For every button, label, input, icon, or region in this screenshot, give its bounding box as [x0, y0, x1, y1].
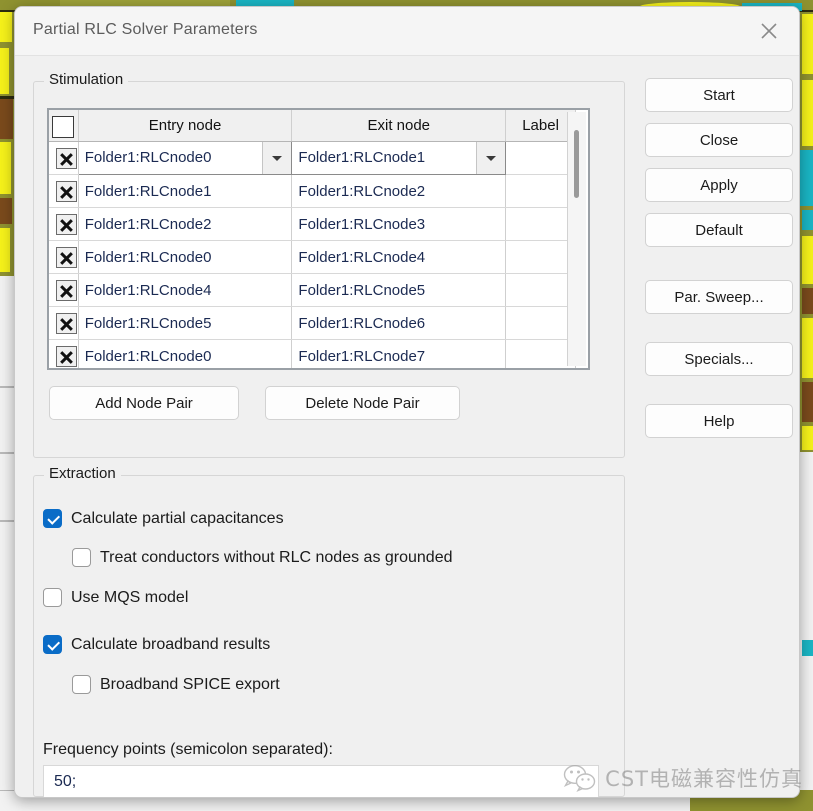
broadband-spice-export-label: Broadband SPICE export	[100, 675, 280, 693]
exit-node-cell[interactable]: Folder1:RLCnode4	[291, 240, 507, 274]
row-checkbox-cell[interactable]	[49, 174, 79, 208]
broadband-spice-export-checkbox[interactable]	[72, 675, 91, 694]
chevron-down-icon[interactable]	[476, 142, 505, 174]
add-node-pair-button[interactable]: Add Node Pair	[49, 386, 239, 420]
entry-node-cell[interactable]: Folder1:RLCnode5	[78, 306, 293, 340]
exit-node-cell[interactable]: Folder1:RLCnode3	[291, 207, 507, 241]
apply-button[interactable]: Apply	[645, 168, 793, 202]
label-cell[interactable]	[505, 141, 576, 175]
row-checkbox-cell[interactable]	[49, 207, 79, 241]
row-checkbox-cell[interactable]	[49, 273, 79, 307]
exit-node-value: Folder1:RLCnode1	[298, 149, 426, 166]
extraction-legend: Extraction	[44, 465, 121, 482]
treat-conductors-grounded-label: Treat conductors without RLC nodes as gr…	[100, 548, 453, 566]
table-vertical-scrollbar[interactable]	[567, 112, 586, 366]
label-cell[interactable]	[505, 273, 576, 307]
default-button[interactable]: Default	[645, 213, 793, 247]
table-row[interactable]: Folder1:RLCnode5 Folder1:RLCnode6	[49, 306, 576, 340]
entry-node-combo[interactable]: Folder1:RLCnode0	[77, 141, 293, 175]
close-icon	[761, 23, 777, 39]
row-checkbox[interactable]	[55, 279, 77, 301]
chevron-down-icon[interactable]	[262, 142, 291, 174]
table-row[interactable]: Folder1:RLCnode0 Folder1:RLCnode7	[49, 339, 576, 368]
use-mqs-model-row[interactable]: Use MQS model	[43, 588, 188, 607]
use-mqs-model-checkbox[interactable]	[43, 588, 62, 607]
close-button[interactable]	[747, 13, 791, 49]
exit-node-cell[interactable]: Folder1:RLCnode2	[291, 174, 507, 208]
treat-conductors-grounded-row[interactable]: Treat conductors without RLC nodes as gr…	[72, 548, 453, 567]
use-mqs-model-label: Use MQS model	[71, 588, 189, 606]
table-row[interactable]: Folder1:RLCnode2 Folder1:RLCnode3	[49, 207, 576, 241]
broadband-spice-export-row[interactable]: Broadband SPICE export	[72, 675, 280, 694]
column-header-label: Label	[505, 110, 576, 142]
dialog-titlebar: Partial RLC Solver Parameters	[15, 7, 799, 56]
row-checkbox-cell[interactable]	[49, 141, 79, 175]
row-checkbox[interactable]	[55, 213, 77, 235]
frequency-points-label: Frequency points (semicolon separated):	[43, 741, 333, 758]
specials-button[interactable]: Specials...	[645, 342, 793, 376]
label-cell[interactable]	[505, 174, 576, 208]
calculate-partial-capacitances-label: Calculate partial capacitances	[71, 509, 284, 527]
watermark: CST电磁兼容性仿真	[563, 763, 803, 793]
table-row[interactable]: Folder1:RLCnode0 Folder1:RLCnode1	[49, 141, 576, 175]
par-sweep-button[interactable]: Par. Sweep...	[645, 280, 793, 314]
table-row[interactable]: Folder1:RLCnode0 Folder1:RLCnode4	[49, 240, 576, 274]
dialog-title: Partial RLC Solver Parameters	[33, 21, 258, 38]
row-checkbox-cell[interactable]	[49, 240, 79, 274]
calculate-broadband-results-row[interactable]: Calculate broadband results	[43, 635, 270, 654]
column-header-exit-node: Exit node	[291, 110, 507, 142]
delete-node-pair-button[interactable]: Delete Node Pair	[265, 386, 460, 420]
entry-node-cell[interactable]: Folder1:RLCnode0	[78, 339, 293, 368]
exit-node-cell[interactable]: Folder1:RLCnode6	[291, 306, 507, 340]
watermark-text: CST电磁兼容性仿真	[605, 767, 803, 791]
row-checkbox[interactable]	[55, 312, 77, 334]
frequency-points-input[interactable]: 50;	[43, 765, 599, 797]
close-dialog-button[interactable]: Close	[645, 123, 793, 157]
table-row[interactable]: Folder1:RLCnode4 Folder1:RLCnode5	[49, 273, 576, 307]
frequency-points-value: 50;	[54, 773, 77, 790]
exit-node-cell[interactable]: Folder1:RLCnode5	[291, 273, 507, 307]
stimulation-group: Stimulation Entry node Exit node Label F…	[33, 71, 625, 458]
select-all-checkbox[interactable]	[52, 116, 75, 138]
help-button[interactable]: Help	[645, 404, 793, 438]
wechat-icon	[563, 764, 596, 792]
entry-node-cell[interactable]: Folder1:RLCnode1	[78, 174, 293, 208]
scrollbar-thumb[interactable]	[574, 130, 579, 198]
partial-rlc-solver-dialog: Partial RLC Solver Parameters Stimulatio…	[14, 6, 800, 798]
entry-node-cell[interactable]: Folder1:RLCnode0	[78, 240, 293, 274]
stimulation-legend: Stimulation	[44, 71, 129, 88]
row-checkbox-cell[interactable]	[49, 339, 79, 368]
row-checkbox[interactable]	[55, 147, 77, 169]
table-row[interactable]: Folder1:RLCnode1 Folder1:RLCnode2	[49, 174, 576, 208]
label-cell[interactable]	[505, 339, 576, 368]
calculate-broadband-results-label: Calculate broadband results	[71, 635, 271, 653]
treat-conductors-grounded-checkbox[interactable]	[72, 548, 91, 567]
row-checkbox[interactable]	[55, 345, 77, 367]
label-cell[interactable]	[505, 207, 576, 241]
table-header-row: Entry node Exit node Label	[49, 110, 576, 142]
entry-node-cell[interactable]: Folder1:RLCnode4	[78, 273, 293, 307]
start-button[interactable]: Start	[645, 78, 793, 112]
row-checkbox[interactable]	[55, 246, 77, 268]
row-checkbox[interactable]	[55, 180, 77, 202]
calculate-broadband-results-checkbox[interactable]	[43, 635, 62, 654]
entry-node-cell[interactable]: Folder1:RLCnode2	[78, 207, 293, 241]
exit-node-cell[interactable]: Folder1:RLCnode7	[291, 339, 507, 368]
label-cell[interactable]	[505, 306, 576, 340]
calculate-partial-capacitances-row[interactable]: Calculate partial capacitances	[43, 509, 284, 528]
exit-node-combo[interactable]: Folder1:RLCnode1	[291, 141, 507, 175]
column-header-entry-node: Entry node	[78, 110, 293, 142]
node-pair-table[interactable]: Entry node Exit node Label Folder1:RLCno…	[47, 108, 590, 370]
select-all-header[interactable]	[49, 110, 79, 142]
calculate-partial-capacitances-checkbox[interactable]	[43, 509, 62, 528]
row-checkbox-cell[interactable]	[49, 306, 79, 340]
entry-node-value: Folder1:RLCnode0	[84, 149, 212, 166]
label-cell[interactable]	[505, 240, 576, 274]
